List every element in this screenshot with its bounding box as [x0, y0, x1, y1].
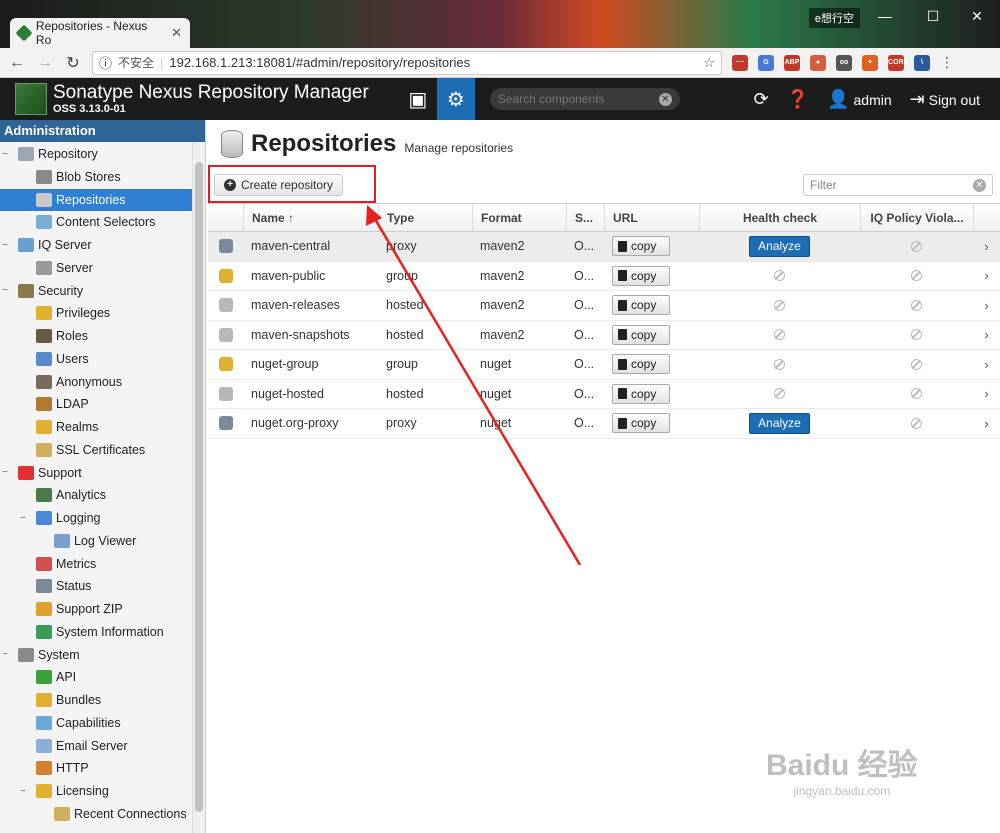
- watermark-sub: jingyan.baidu.com: [793, 784, 891, 798]
- arrow-line: [370, 213, 582, 566]
- arrow-head: [366, 205, 382, 226]
- baidu-watermark: Baidu 经验 jingyan.baidu.com: [766, 740, 918, 798]
- annotation-arrow: [366, 205, 582, 566]
- watermark-text: Baidu 经验: [766, 749, 918, 782]
